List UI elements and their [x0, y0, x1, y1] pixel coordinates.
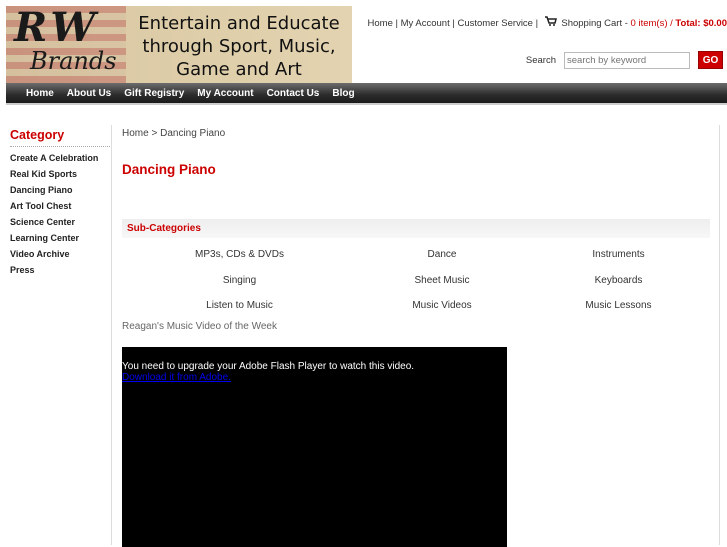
header-banner[interactable]: RW Brands Entertain and Educate through …: [6, 6, 352, 83]
top-link-customer-service[interactable]: Customer Service: [457, 18, 533, 29]
category-title: Category: [10, 128, 110, 147]
category-sidebar: Category Create A Celebration Real Kid S…: [10, 128, 110, 278]
sidebar-item[interactable]: Video Archive: [10, 246, 110, 262]
sidebar-item[interactable]: Learning Center: [10, 230, 110, 246]
subcategory-link[interactable]: Listen to Music: [122, 293, 357, 319]
top-link-account[interactable]: My Account: [401, 18, 450, 29]
separator: |: [532, 18, 541, 29]
separator: -: [622, 18, 631, 29]
subcategories-header: Sub-Categories: [122, 219, 710, 238]
subcategory-link[interactable]: MP3s, CDs & DVDs: [122, 242, 357, 268]
nav-contact-us[interactable]: Contact Us: [267, 83, 320, 103]
search-bar: Search GO: [526, 51, 723, 69]
search-label: Search: [525, 54, 556, 66]
nav-gift-registry[interactable]: Gift Registry: [124, 83, 184, 103]
main-content: Home > Dancing Piano Dancing Piano Sub-C…: [122, 125, 710, 547]
breadcrumb-current: Dancing Piano: [160, 128, 226, 139]
logo-rw: RW: [14, 6, 100, 51]
breadcrumb: Home > Dancing Piano: [122, 128, 710, 139]
shopping-cart-icon[interactable]: [544, 16, 557, 26]
logo: RW Brands: [14, 6, 117, 75]
flash-video-player[interactable]: You need to upgrade your Adobe Flash Pla…: [122, 346, 507, 547]
nav-home[interactable]: Home: [26, 83, 54, 103]
sidebar-item[interactable]: Dancing Piano: [10, 182, 110, 198]
subcategory-link[interactable]: Keyboards: [527, 268, 710, 294]
page-title: Dancing Piano: [122, 162, 216, 177]
divider: [111, 125, 112, 545]
nav-blog[interactable]: Blog: [332, 83, 354, 103]
nav-my-account[interactable]: My Account: [197, 83, 253, 103]
cart-item-count: 0 item(s): [630, 18, 668, 29]
logo-brands: Brands: [30, 47, 117, 75]
breadcrumb-separator: >: [148, 128, 161, 139]
sidebar-item[interactable]: Science Center: [10, 214, 110, 230]
main-nav: Home About Us Gift Registry My Account C…: [6, 83, 727, 105]
divider: [719, 125, 720, 545]
sidebar-item[interactable]: Press: [10, 262, 110, 278]
subcategory-link[interactable]: Music Lessons: [527, 293, 710, 319]
sidebar-item[interactable]: Art Tool Chest: [10, 198, 110, 214]
top-link-home[interactable]: Home: [368, 18, 393, 29]
subcategory-link[interactable]: Singing: [122, 268, 357, 294]
flash-upgrade-message: You need to upgrade your Adobe Flash Pla…: [122, 360, 415, 372]
breadcrumb-home[interactable]: Home: [122, 128, 149, 139]
subcategory-link[interactable]: Sheet Music: [357, 268, 527, 294]
cart-total: Total: $0.00: [675, 18, 727, 29]
search-input[interactable]: [564, 51, 690, 69]
search-go-button[interactable]: GO: [698, 51, 723, 69]
sidebar-item[interactable]: Real Kid Sports: [10, 166, 110, 182]
sidebar-item[interactable]: Create A Celebration: [10, 150, 110, 166]
download-flash-link[interactable]: Download it from Adobe.: [122, 372, 507, 383]
top-links: Home | My Account | Customer Service | S…: [368, 16, 727, 29]
shopping-cart-link[interactable]: Shopping Cart: [561, 18, 622, 29]
subcategory-link[interactable]: Instruments: [527, 242, 710, 268]
video-title: Reagan's Music Video of the Week: [122, 320, 277, 332]
separator: |: [392, 18, 401, 29]
nav-about-us[interactable]: About Us: [67, 83, 111, 103]
subcategory-link[interactable]: Dance: [357, 242, 527, 268]
subcategory-link[interactable]: Music Videos: [357, 293, 527, 319]
subcategory-grid: MP3s, CDs & DVDs Dance Instruments Singi…: [122, 242, 710, 319]
slogan: Entertain and Educate through Sport, Mus…: [138, 13, 340, 80]
